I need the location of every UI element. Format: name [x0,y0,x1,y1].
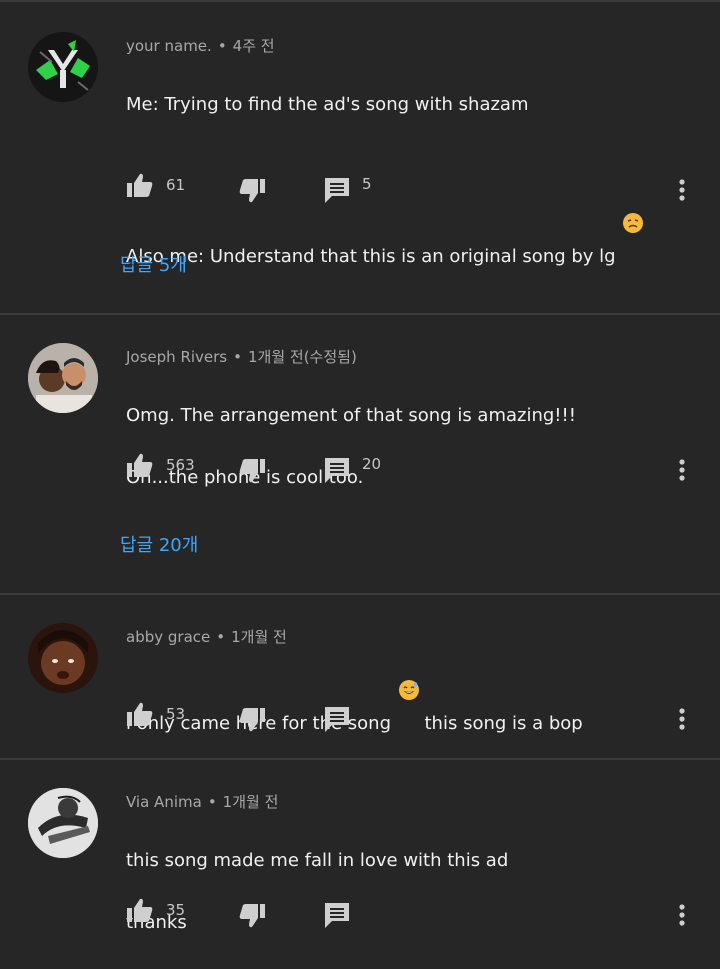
more-options-button[interactable] [678,707,686,731]
avatar[interactable] [28,623,98,693]
like-count: 35 [166,901,186,919]
comment-text: Omg. The arrangement of that song is ama… [126,369,686,524]
comment-time: 1개월 전(수정됨) [247,348,357,366]
reply-count: 5 [362,175,372,193]
dislike-button[interactable] [238,707,266,733]
more-vert-icon [679,904,685,926]
like-count: 563 [166,456,195,474]
more-options-button[interactable] [678,903,686,927]
like-button[interactable]: 563 [126,452,195,478]
avatar-photo-image [28,623,98,693]
comment-line: this song made me fall in love with this… [126,850,509,871]
comment-time: 1개월 전 [222,793,279,811]
separator-dot: • [217,37,227,55]
avatar-photo-image [28,788,98,858]
avatar-logo-image [28,32,98,102]
comment-icon [325,707,349,732]
more-options-button[interactable] [678,458,686,482]
grinning-sweat-face-emoji-icon [398,680,419,700]
comment-meta: Joseph Rivers • 1개월 전(수정됨) [126,346,357,367]
comment-line: Also me: Understand that this is an orig… [126,213,686,272]
reply-button[interactable]: 5 [324,175,372,204]
comment-icon [325,903,349,928]
avatar[interactable] [28,32,98,102]
more-vert-icon [679,459,685,481]
comment-line: Me: Trying to find the ad's song with sh… [126,94,529,115]
like-button[interactable]: 61 [126,172,185,198]
reply-button[interactable]: 20 [324,455,382,484]
avatar-photo-image [28,343,98,413]
thumb-up-icon [127,702,153,726]
reply-count: 20 [362,455,382,473]
more-options-button[interactable] [678,178,686,202]
dislike-button[interactable] [238,903,266,929]
comment-actions: 53 [126,701,706,733]
separator-dot: • [233,348,242,366]
more-vert-icon [679,708,685,730]
author-name[interactable]: abby grace [126,628,210,646]
comment-thread: abby grace • 1개월 전 i only came here for th… [0,593,720,758]
view-replies-link[interactable]: 답글 5개 [120,251,187,277]
avatar[interactable] [28,788,98,858]
separator-dot: • [207,793,217,811]
author-name[interactable]: Via Anima [126,793,202,811]
comment-meta: your name. • 4주 전 [126,35,275,56]
like-button[interactable]: 35 [126,897,185,923]
like-count: 53 [166,705,186,723]
thumb-down-icon [239,179,265,203]
thumb-down-icon [239,904,265,928]
avatar[interactable] [28,343,98,413]
thumb-up-icon [127,173,153,197]
more-vert-icon [679,179,685,201]
separator-dot: • [216,628,226,646]
comment-actions: 563 20 [126,452,706,484]
view-replies-link[interactable]: 답글 20개 [120,531,198,557]
weary-face-emoji-icon [623,213,644,233]
comment-thread: Joseph Rivers • 1개월 전(수정됨) Omg. The arrang… [0,313,720,593]
comment-actions: 61 5 [126,172,706,204]
comment-meta: abby grace • 1개월 전 [126,626,287,647]
dislike-button[interactable] [238,178,266,204]
comment-thread: Via Anima • 1개월 전 this song made me fall i… [0,758,720,933]
comment-actions: 35 [126,897,706,929]
comment-meta: Via Anima • 1개월 전 [126,791,278,812]
comment-icon [325,458,349,483]
reply-button[interactable] [324,705,350,733]
thumb-up-icon [127,898,153,922]
comment-time: 4주 전 [232,37,275,55]
like-button[interactable]: 53 [126,701,185,727]
author-name[interactable]: your name. [126,37,212,55]
comment-time: 1개월 전 [231,628,287,646]
comment-icon [325,178,349,203]
comment-line-text: Also me: Understand that this is an orig… [126,246,616,267]
thumb-down-icon [239,708,265,732]
author-name[interactable]: Joseph Rivers [126,348,227,366]
thumb-up-icon [127,453,153,477]
like-count: 61 [166,176,186,194]
comment-text: this song made me fall in love with this… [126,814,686,969]
comment-thread: your name. • 4주 전 Me: Trying to find the a… [0,0,720,313]
reply-button[interactable] [324,901,350,929]
thumb-down-icon [239,459,265,483]
comment-line: Omg. The arrangement of that song is ama… [126,405,576,426]
dislike-button[interactable] [238,458,266,484]
